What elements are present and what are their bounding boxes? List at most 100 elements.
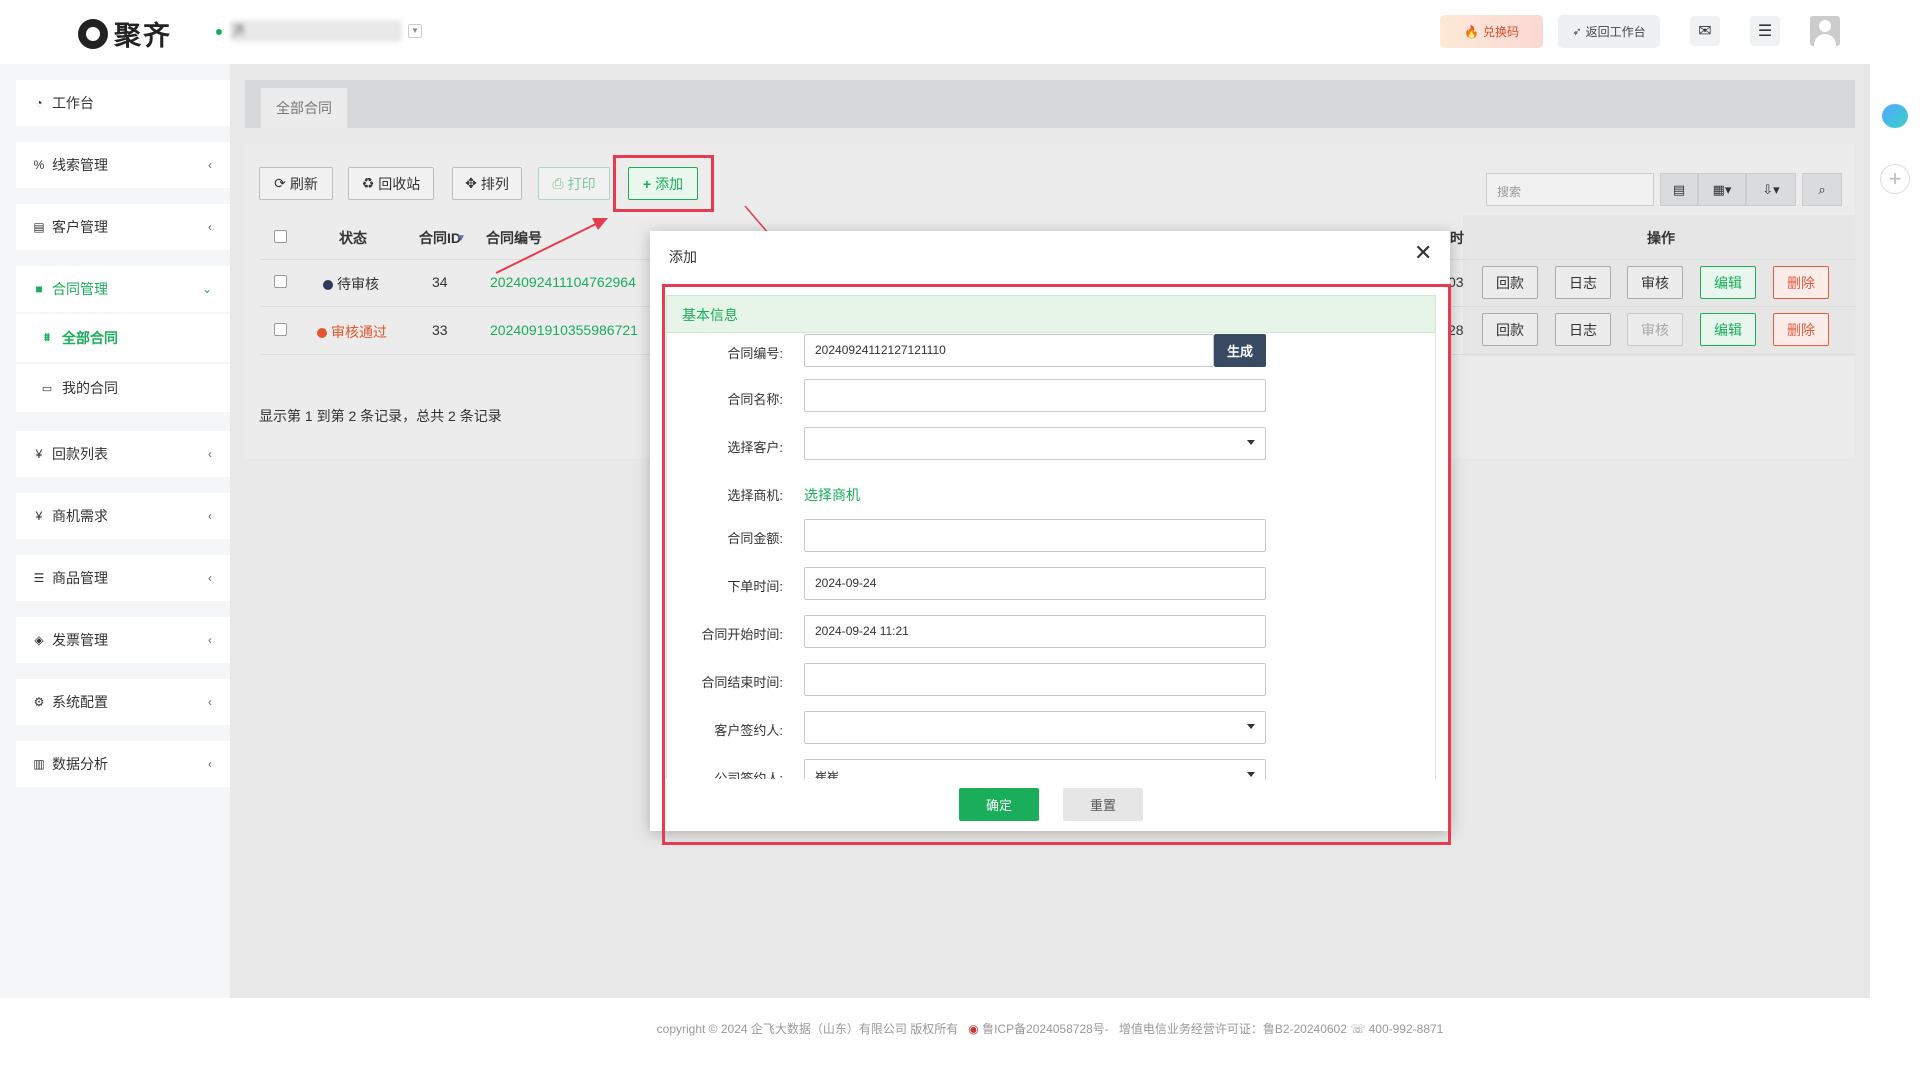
sidebar-item-label: 发票管理 xyxy=(52,632,108,648)
yen-icon: ¥ xyxy=(35,447,43,461)
print-button[interactable]: ⎙ 打印 xyxy=(538,167,610,200)
column-header-actions: 操作 xyxy=(1647,230,1675,246)
sort-button[interactable]: ✥ 排列 xyxy=(452,167,522,200)
mail-icon[interactable]: ✉ xyxy=(1690,16,1720,46)
chevron-left-icon: ‹ xyxy=(208,509,212,523)
organization-name[interactable]: 济 xyxy=(230,20,402,42)
send-icon: ➶ xyxy=(1572,26,1582,38)
sidebar-item-label: 商品管理 xyxy=(52,570,108,586)
menu-icon[interactable]: ☰ xyxy=(1750,16,1780,46)
modal-highlight xyxy=(662,284,1451,845)
link-icon: % xyxy=(33,158,45,172)
chevron-left-icon: ‹ xyxy=(208,695,212,709)
sidebar-item-workbench[interactable]: ◔ 工作台 xyxy=(16,80,230,126)
recycle-bin-label: 回收站 xyxy=(378,175,421,192)
logo[interactable]: 聚齐 xyxy=(78,14,172,53)
sidebar-item-label: 回款列表 xyxy=(52,446,108,462)
sort-desc-icon[interactable]: ▼ xyxy=(456,233,466,244)
status-dot xyxy=(323,280,333,290)
sidebar-item-label: 商机需求 xyxy=(52,508,108,524)
recycle-bin-button[interactable]: ♻ 回收站 xyxy=(348,167,434,200)
chevron-left-icon: ‹ xyxy=(208,757,212,771)
log-button[interactable]: 日志 xyxy=(1555,266,1611,299)
contract-number-link[interactable]: 2024092411104762964 xyxy=(490,274,636,290)
exchange-code-label: 兑换码 xyxy=(1482,25,1519,39)
refresh-icon: ⟳ xyxy=(274,175,286,191)
tab-all-contracts[interactable]: 全部合同 xyxy=(261,88,347,128)
status-cell: 审核通过 xyxy=(317,322,387,342)
chevron-left-icon: ‹ xyxy=(208,220,212,234)
sidebar-item-customers[interactable]: ▤ 客户管理 ‹ xyxy=(16,204,230,250)
sidebar-subitem-my-contracts[interactable]: ▭ 我的合同 xyxy=(16,364,230,412)
logo-icon xyxy=(78,18,108,49)
sidebar-item-payments[interactable]: ¥ 回款列表 ‹ xyxy=(16,431,230,477)
sidebar-item-settings[interactable]: ⚙ 系统配置 ‹ xyxy=(16,679,230,725)
avatar[interactable] xyxy=(1810,16,1840,46)
chat-icon[interactable] xyxy=(1882,104,1908,128)
footer: copyright © 2024 企飞大数据（山东）有限公司 版权所有 ◉ 鲁I… xyxy=(230,1020,1870,1037)
log-button[interactable]: 日志 xyxy=(1555,313,1611,346)
move-icon: ✥ xyxy=(465,175,477,191)
list-view-icon[interactable]: ▤ xyxy=(1660,173,1698,206)
sidebar-item-products[interactable]: ☰ 商品管理 ‹ xyxy=(16,555,230,601)
edit-button[interactable]: 编辑 xyxy=(1700,266,1756,299)
chevron-left-icon: ‹ xyxy=(208,158,212,172)
row-checkbox[interactable] xyxy=(274,275,287,288)
contract-id-cell: 33 xyxy=(432,322,448,338)
sidebar-item-opportunities[interactable]: ¥ 商机需求 ‹ xyxy=(16,493,230,539)
column-header-time[interactable]: 时 xyxy=(1450,228,1464,248)
delete-button[interactable]: 删除 xyxy=(1773,266,1829,299)
review-button[interactable]: 审核 xyxy=(1627,266,1683,299)
copyright-text: copyright © 2024 企飞大数据（山东）有限公司 版权所有 xyxy=(656,1022,959,1036)
contract-number-link[interactable]: 2024091910355986721 xyxy=(490,322,638,338)
logo-text: 聚齐 xyxy=(114,21,172,51)
sidebar-item-label: 客户管理 xyxy=(52,219,108,235)
sidebar-item-label: 系统配置 xyxy=(52,694,108,710)
status-cell: 待审核 xyxy=(323,274,379,294)
column-header-id[interactable]: 合同ID xyxy=(419,228,461,248)
recycle-icon: ♻ xyxy=(361,175,375,191)
status-text: 审核通过 xyxy=(331,324,387,340)
online-status-dot xyxy=(216,29,222,35)
search-icon[interactable]: ⌕ xyxy=(1802,173,1842,206)
sidebar-subitem-label: 全部合同 xyxy=(62,330,118,346)
sidebar-item-leads[interactable]: % 线索管理 ‹ xyxy=(16,142,230,188)
sidebar-item-contracts[interactable]: ■ 合同管理 ⌄ xyxy=(16,266,230,312)
sidebar-item-analytics[interactable]: ▥ 数据分析 ‹ xyxy=(16,741,230,787)
pagination-info: 显示第 1 到第 2 条记录，总共 2 条记录 xyxy=(259,408,502,424)
organization-dropdown-icon[interactable]: ▼ xyxy=(408,24,422,38)
chevron-left-icon: ‹ xyxy=(208,447,212,461)
sidebar-item-label: 合同管理 xyxy=(52,281,108,297)
print-label: 打印 xyxy=(567,175,596,192)
column-header-status[interactable]: 状态 xyxy=(339,228,367,248)
refresh-button[interactable]: ⟳ 刷新 xyxy=(259,167,333,200)
column-header-number[interactable]: 合同编号 xyxy=(486,228,542,248)
row-checkbox[interactable] xyxy=(274,323,287,336)
chevron-left-icon: ‹ xyxy=(208,571,212,585)
select-all-checkbox[interactable] xyxy=(274,230,287,243)
payment-button[interactable]: 回款 xyxy=(1482,313,1538,346)
list-icon: ☰ xyxy=(33,571,45,585)
contract-id-cell: 34 xyxy=(432,274,448,290)
top-bar: 聚齐 济 ▼ 🔥 兑换码 ➶ 返回工作台 ✉ ☰ xyxy=(0,0,1920,64)
sidebar-item-invoices[interactable]: ◈ 发票管理 ‹ xyxy=(16,617,230,663)
columns-icon[interactable]: ▦▾ xyxy=(1698,173,1746,206)
sidebar-subitem-all-contracts[interactable]: ⩩ 全部合同 xyxy=(16,314,230,362)
tabs-bar: 全部合同 xyxy=(245,80,1855,128)
return-workbench-button[interactable]: ➶ 返回工作台 xyxy=(1558,15,1660,48)
plus-icon[interactable]: + xyxy=(1880,164,1910,194)
modal-title: 添加 xyxy=(669,249,697,265)
search-input[interactable]: 搜索 xyxy=(1486,173,1654,206)
id-card-icon: ▤ xyxy=(33,220,45,234)
yen-icon: ¥ xyxy=(35,509,43,523)
close-icon[interactable]: ✕ xyxy=(1414,242,1432,264)
payment-button[interactable]: 回款 xyxy=(1482,266,1538,299)
export-icon[interactable]: ⇩▾ xyxy=(1746,173,1796,206)
icp-text[interactable]: 鲁ICP备2024058728号- xyxy=(982,1022,1109,1036)
print-icon: ⎙ xyxy=(552,175,564,191)
all-icon: ⩩ xyxy=(44,331,50,344)
edit-button[interactable]: 编辑 xyxy=(1700,313,1756,346)
delete-button[interactable]: 删除 xyxy=(1773,313,1829,346)
list-alt-icon: ▭ xyxy=(41,382,53,395)
exchange-code-button[interactable]: 🔥 兑换码 xyxy=(1440,15,1543,48)
